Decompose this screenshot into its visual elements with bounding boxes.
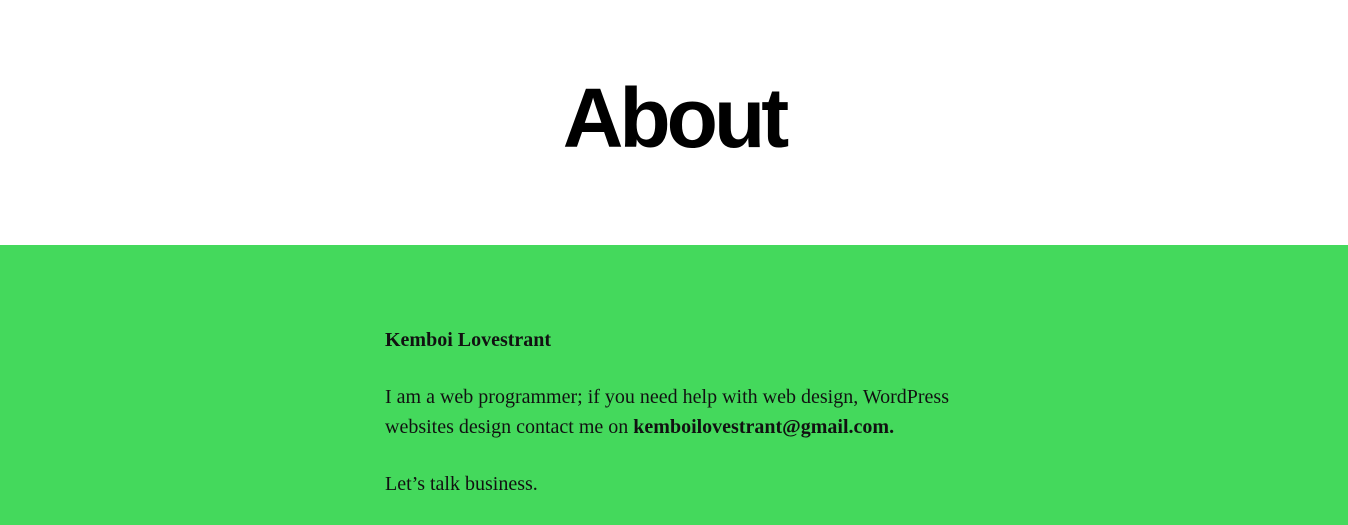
email-link[interactable]: kemboilovestrant@gmail.com. bbox=[633, 416, 894, 438]
about-entry: Kemboi Lovestrant I am a web programmer;… bbox=[385, 325, 985, 525]
page-header: About bbox=[0, 0, 1348, 245]
closing-paragraph: Let’s talk business. bbox=[385, 473, 538, 495]
intro-paragraph: I am a web programmer; if you need help … bbox=[385, 382, 985, 442]
author-name: Kemboi Lovestrant bbox=[385, 329, 552, 351]
page-title: About bbox=[562, 71, 790, 165]
page: About Kemboi Lovestrant I am a web progr… bbox=[0, 0, 1348, 525]
author-paragraph: Kemboi Lovestrant bbox=[385, 325, 985, 355]
about-content-section: Kemboi Lovestrant I am a web programmer;… bbox=[0, 245, 1348, 525]
